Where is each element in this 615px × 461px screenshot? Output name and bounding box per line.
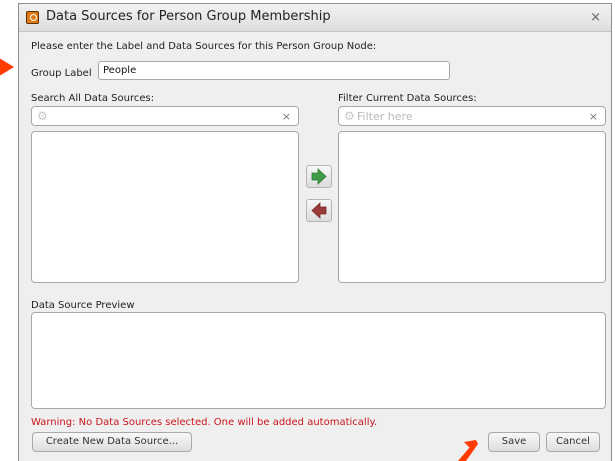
group-label-label: Group Label: [31, 68, 92, 79]
annotation-arrow-icon: [458, 440, 478, 461]
create-new-data-source-button[interactable]: Create New Data Source...: [32, 432, 192, 452]
data-source-preview: [31, 312, 606, 409]
search-all-label: Search All Data Sources:: [31, 93, 155, 104]
data-sources-dialog: Data Sources for Person Group Membership…: [18, 3, 612, 461]
preview-label: Data Source Preview: [31, 300, 135, 311]
remove-data-source-button[interactable]: [306, 199, 332, 222]
dialog-title: Data Sources for Person Group Membership: [46, 9, 331, 24]
group-label-input[interactable]: [98, 61, 450, 80]
app-logo-icon: [26, 11, 39, 24]
filter-current-field[interactable]: ⚙ ×: [338, 106, 606, 126]
filter-current-input[interactable]: [357, 109, 577, 124]
clear-filter-icon[interactable]: ×: [589, 110, 598, 123]
instruction-text: Please enter the Label and Data Sources …: [31, 41, 377, 52]
warning-message: Warning: No Data Sources selected. One w…: [31, 417, 378, 428]
add-data-source-button[interactable]: [306, 165, 332, 188]
search-all-field[interactable]: ⚙ ×: [31, 106, 299, 126]
save-button[interactable]: Save: [488, 432, 540, 452]
clear-search-icon[interactable]: ×: [282, 110, 291, 123]
title-bar[interactable]: Data Sources for Person Group Membership…: [19, 4, 611, 32]
green-right-arrow-icon: [311, 168, 327, 185]
gear-icon: ⚙: [37, 109, 48, 123]
red-left-arrow-icon: [311, 202, 327, 219]
current-data-sources-list[interactable]: [338, 131, 606, 283]
gear-icon: ⚙: [344, 109, 355, 123]
search-all-input[interactable]: [50, 109, 270, 124]
filter-current-label: Filter Current Data Sources:: [338, 93, 477, 104]
annotation-arrow-icon: [0, 58, 14, 76]
cancel-button[interactable]: Cancel: [546, 432, 600, 452]
close-icon[interactable]: ×: [590, 10, 601, 25]
all-data-sources-list[interactable]: [31, 131, 299, 283]
